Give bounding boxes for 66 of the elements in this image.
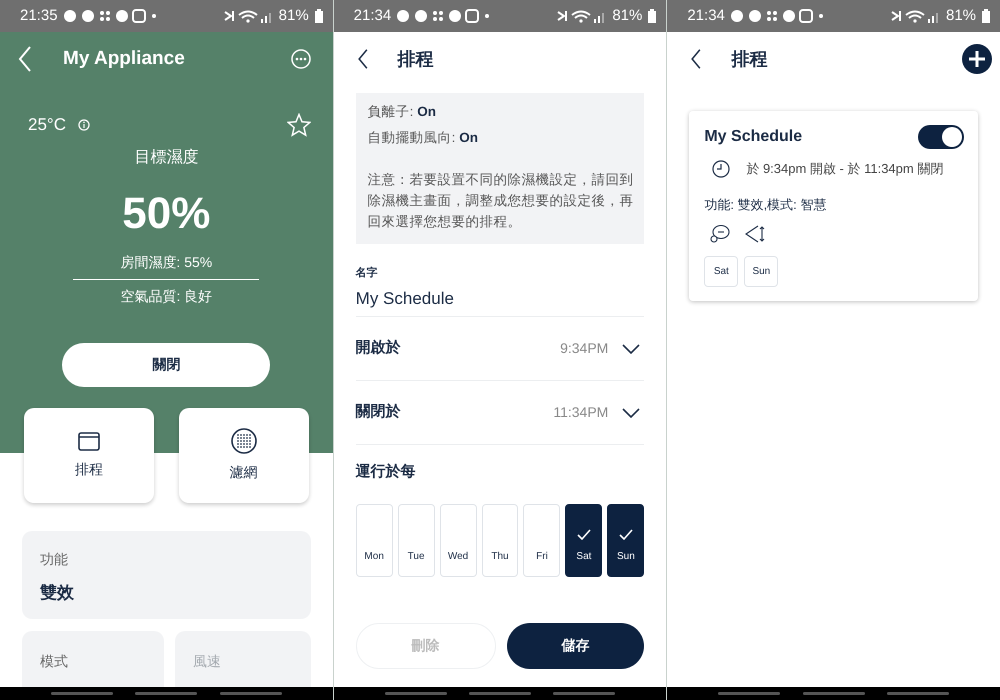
battery-level: 81% — [612, 6, 642, 26]
info-icon — [78, 118, 90, 131]
back-icon[interactable] — [356, 49, 370, 69]
signal-icons-drawing — [556, 9, 606, 23]
battery-level: 81% — [278, 6, 309, 26]
clock-icon — [712, 160, 730, 178]
ion-icon — [710, 224, 730, 244]
status-time: 21:34 — [687, 6, 725, 26]
battery-level: 81% — [946, 6, 976, 26]
status-time: 21:34 — [354, 6, 392, 26]
add-icon[interactable] — [962, 44, 992, 74]
day-toggle[interactable]: Fri — [523, 504, 560, 576]
signal-icons-drawing — [890, 9, 940, 23]
setting-label: 風速 — [192, 652, 222, 670]
check-icon — [618, 528, 633, 540]
day-toggle[interactable]: Thu — [482, 504, 518, 576]
grid-icon — [230, 428, 257, 454]
day-toggle[interactable]: Mon — [356, 504, 393, 576]
screen-title: 排程 — [731, 48, 768, 70]
battery-icon — [314, 9, 323, 23]
repeat-label: 運行於每 — [356, 462, 417, 482]
time-row[interactable]: 開啟於 9:34PM — [356, 317, 644, 381]
time-range: 於 9:34pm 開啟 - 於 11:34pm 關閉 — [746, 160, 944, 178]
setting-label: 功能 — [40, 550, 69, 568]
feature-tile[interactable]: 排程 — [24, 408, 154, 502]
screen-title: 排程 — [398, 48, 434, 70]
save-button[interactable]: 儲存 — [506, 622, 644, 668]
schedule-card[interactable]: My Schedule 於 9:34pm 開啟 - 於 11:34pm 關閉 功能: 雙效,模式: 智慧 Sat Sun — [689, 111, 978, 301]
settings-summary: 功能: 雙效,模式: 智慧 — [704, 196, 828, 214]
setting-summary: 自動擺動風向: On — [368, 129, 479, 147]
toggle-switch[interactable] — [918, 125, 964, 149]
day-chip: Sun — [744, 256, 778, 287]
target-humidity: 50% — [121, 192, 212, 236]
target-label: 目標濕度 — [133, 148, 200, 168]
battery-icon — [982, 9, 990, 23]
screen-title: My Appliance — [63, 46, 185, 71]
setting-value: 雙效 — [40, 582, 75, 604]
day-toggle[interactable]: Sun — [607, 504, 644, 576]
time-label: 開啟於 — [356, 338, 401, 358]
signal-icons-drawing — [222, 9, 273, 23]
temperature: 25°C — [28, 114, 66, 136]
setting-summary: 負離子: On — [368, 103, 437, 121]
name-label: 名字 — [356, 266, 379, 281]
battery-icon — [648, 9, 656, 23]
day-chip: Sat — [704, 256, 738, 287]
power-button[interactable]: 關閉 — [62, 342, 270, 386]
more-icon[interactable] — [290, 49, 311, 69]
day-toggle[interactable]: Sat — [565, 504, 602, 576]
schedule-name: My Schedule — [704, 127, 802, 147]
note-text: 注意：若要設置不同的除濕機設定，請回到除濕機主畫面，調整成您想要的設定後，再回來選擇您想要的排程。 — [368, 171, 635, 231]
day-toggle[interactable]: Tue — [398, 504, 435, 576]
air-quality: 空氣品質: 良好 — [119, 286, 214, 306]
setting-label: 模式 — [40, 652, 69, 670]
back-icon[interactable] — [689, 49, 704, 69]
feature-tile[interactable]: 濾網 — [178, 408, 309, 502]
calendar-icon — [78, 430, 100, 450]
room-humidity: 房間濕度: 55% — [120, 252, 212, 272]
time-row[interactable]: 關閉於 11:34PM — [356, 381, 644, 445]
time-value: 11:34PM — [553, 403, 608, 422]
time-label: 關閉於 — [356, 402, 401, 422]
day-toggle[interactable]: Wed — [440, 504, 477, 576]
star-icon[interactable] — [286, 112, 311, 137]
check-icon — [576, 528, 591, 540]
status-time: 21:35 — [20, 6, 58, 26]
swing-icon — [744, 224, 766, 244]
time-value: 9:34PM — [560, 339, 608, 358]
